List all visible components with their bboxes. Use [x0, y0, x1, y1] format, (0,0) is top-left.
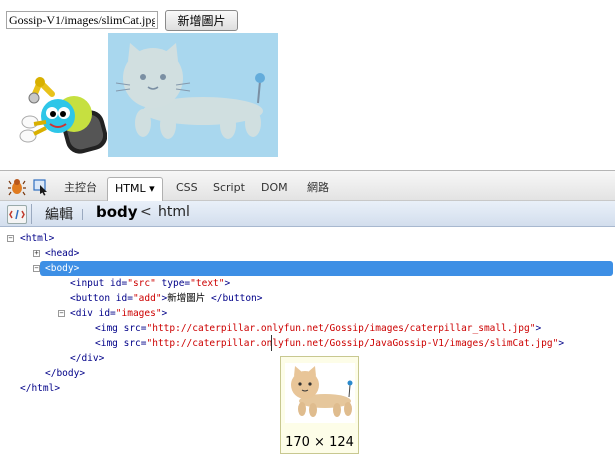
firebug-tabbar: 主控台 HTML ▾ CSS Script DOM 網路 [0, 170, 615, 201]
tree-node-html-close: </html> [20, 383, 61, 394]
tab-css[interactable]: CSS [169, 178, 205, 198]
tree-node-body-close: </body> [45, 368, 86, 379]
firebug-bug-icon[interactable] [8, 178, 26, 196]
tab-net[interactable]: 網路 [300, 178, 336, 198]
text-cursor [271, 335, 272, 351]
selected-node-highlight [40, 261, 613, 276]
collapse-icon[interactable]: − [58, 310, 65, 317]
tree-node-button[interactable]: <button id="add">新增圖片 </button> [70, 291, 263, 306]
slim-cat-preview-image [285, 363, 355, 423]
toolbar-divider [31, 204, 32, 224]
edit-button[interactable]: 編輯 [45, 204, 73, 224]
slim-cat-image [108, 33, 278, 157]
collapse-icon[interactable]: − [33, 265, 40, 272]
tab-html[interactable]: HTML ▾ [107, 177, 163, 201]
rendered-page: 新增圖片 [0, 0, 615, 170]
tree-node-img-slimcat[interactable]: <img src="http://caterpillar.onlyfun.net… [95, 336, 564, 351]
caterpillar-image [12, 66, 107, 158]
image-preview-tooltip: 170 × 124 [280, 356, 359, 454]
breadcrumb-html[interactable]: html [158, 204, 190, 220]
tree-node-img-caterpillar[interactable]: <img src="http://caterpillar.onlyfun.net… [95, 321, 541, 336]
tab-dom[interactable]: DOM [254, 178, 295, 198]
code-view-icon[interactable] [7, 205, 27, 224]
tree-node-body[interactable]: <body> [45, 261, 79, 276]
collapse-icon[interactable]: − [7, 235, 14, 242]
tree-node-div-close: </div> [70, 353, 105, 364]
html-toolbar: 編輯 body < html [0, 201, 615, 227]
tree-node-html[interactable]: <html> [20, 231, 54, 246]
tree-node-div[interactable]: <div id="images"> [70, 306, 167, 321]
expand-icon[interactable]: + [33, 250, 40, 257]
add-image-button[interactable]: 新增圖片 [165, 10, 238, 31]
tree-node-head[interactable]: <head> [45, 246, 79, 261]
breadcrumb-separator: < [140, 204, 152, 220]
tab-script[interactable]: Script [206, 178, 252, 198]
toolbar-divider [82, 209, 83, 220]
inspect-element-icon[interactable] [32, 178, 50, 196]
breadcrumb-body[interactable]: body [96, 203, 138, 221]
src-input[interactable] [6, 11, 158, 29]
tree-node-input[interactable]: <input id="src" type="text"> [70, 276, 230, 291]
tab-console[interactable]: 主控台 [57, 178, 104, 198]
image-dimensions-label: 170 × 124 [285, 435, 354, 450]
